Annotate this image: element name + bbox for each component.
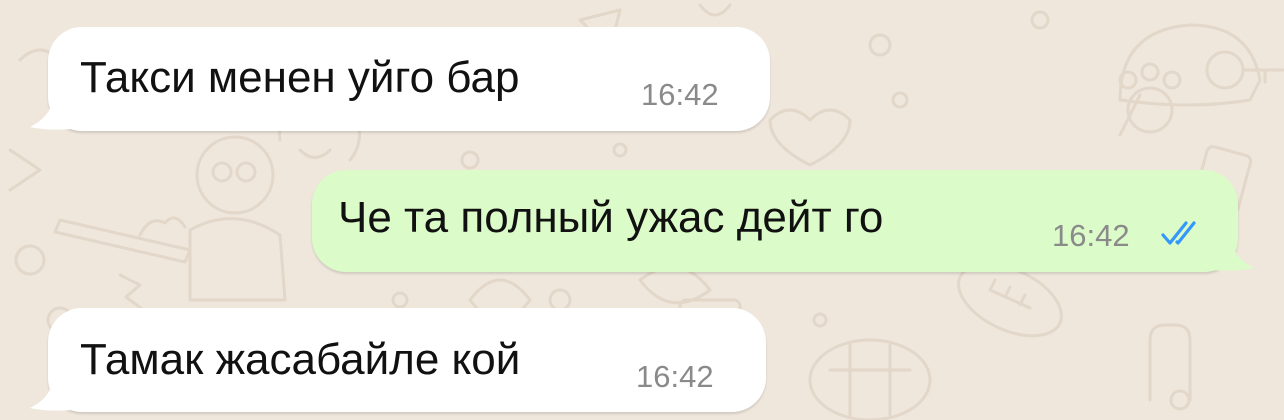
message-text: Че та полный ужас дейт го — [338, 193, 884, 242]
message-timestamp: 16:42 — [1052, 218, 1130, 253]
message-text: Такси менен уйго бар — [80, 53, 520, 102]
incoming-bubble-tail — [30, 382, 72, 411]
message-timestamp: 16:42 — [641, 77, 719, 112]
chat-area[interactable]: Такси менен уйго бар 16:42 Че та полный … — [0, 0, 1284, 420]
incoming-bubble-tail — [30, 101, 72, 130]
message-text: Тамак жасабайле кой — [80, 335, 521, 384]
message-timestamp: 16:42 — [636, 359, 714, 394]
double-check-icon — [1161, 221, 1196, 245]
outgoing-bubble-tail — [1212, 242, 1254, 271]
